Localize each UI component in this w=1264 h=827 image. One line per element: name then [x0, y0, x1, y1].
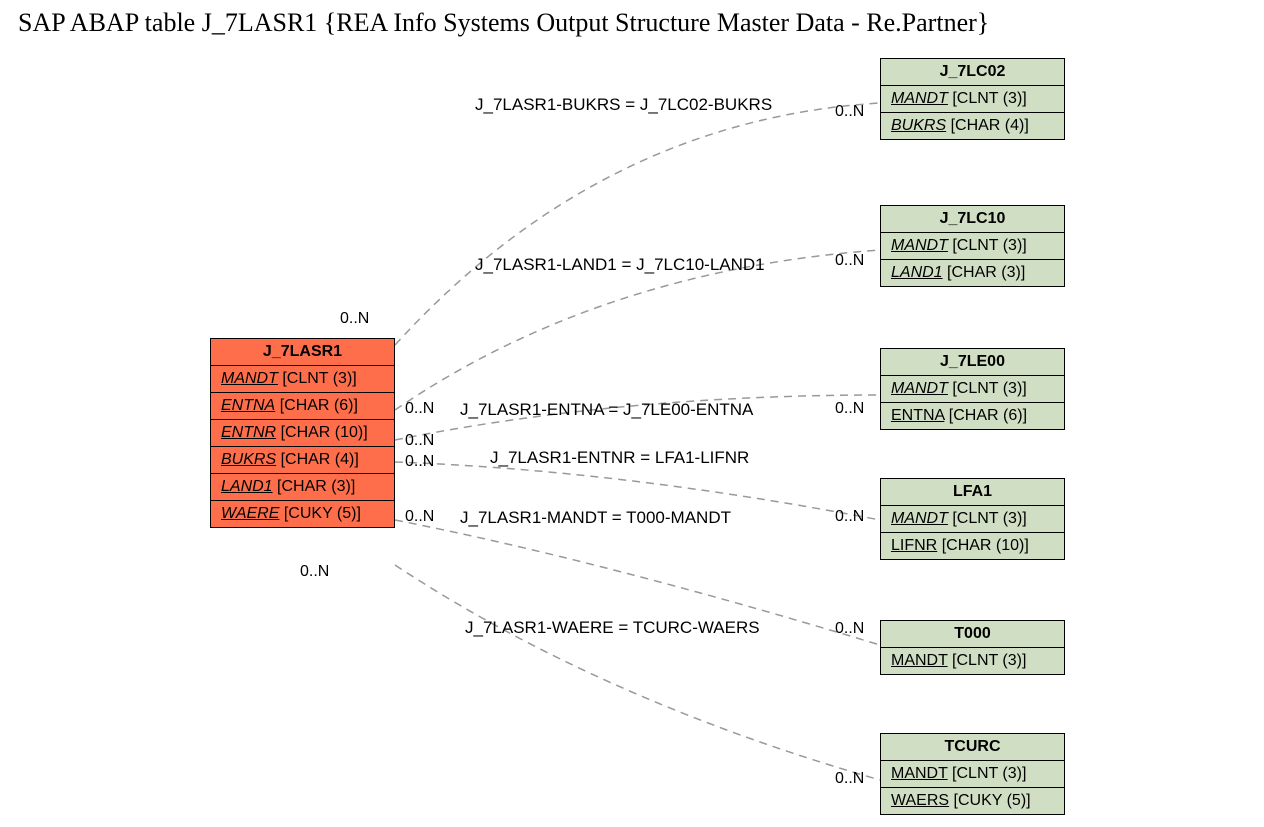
entity-field: WAERS [CUKY (5)]: [881, 788, 1064, 814]
edge-label: J_7LASR1-LAND1 = J_7LC10-LAND1: [475, 255, 765, 275]
entity-field: BUKRS [CHAR (4)]: [881, 113, 1064, 139]
entity-main-field: ENTNA [CHAR (6)]: [211, 393, 394, 420]
edge-label: J_7LASR1-BUKRS = J_7LC02-BUKRS: [475, 95, 772, 115]
entity-name: J_7LC02: [881, 59, 1064, 86]
cardinality: 0..N: [835, 770, 864, 788]
entity-field: ENTNA [CHAR (6)]: [881, 403, 1064, 429]
cardinality: 0..N: [405, 432, 434, 450]
entity-field: MANDT [CLNT (3)]: [881, 376, 1064, 403]
entity-field: MANDT [CLNT (3)]: [881, 648, 1064, 674]
entity-main-name: J_7LASR1: [211, 339, 394, 366]
edge-label: J_7LASR1-MANDT = T000-MANDT: [460, 508, 731, 528]
entity-main-field: LAND1 [CHAR (3)]: [211, 474, 394, 501]
cardinality: 0..N: [405, 400, 434, 418]
entity-t000: T000 MANDT [CLNT (3)]: [880, 620, 1065, 675]
entity-field: LIFNR [CHAR (10)]: [881, 533, 1064, 559]
cardinality: 0..N: [835, 103, 864, 121]
entity-tcurc: TCURC MANDT [CLNT (3)] WAERS [CUKY (5)]: [880, 733, 1065, 815]
cardinality: 0..N: [835, 620, 864, 638]
entity-j7le00: J_7LE00 MANDT [CLNT (3)] ENTNA [CHAR (6)…: [880, 348, 1065, 430]
entity-field: MANDT [CLNT (3)]: [881, 233, 1064, 260]
entity-name: T000: [881, 621, 1064, 648]
cardinality: 0..N: [300, 563, 329, 581]
diagram-canvas: J_7LASR1 MANDT [CLNT (3)] ENTNA [CHAR (6…: [0, 0, 1264, 827]
cardinality: 0..N: [835, 252, 864, 270]
entity-main-field: MANDT [CLNT (3)]: [211, 366, 394, 393]
entity-main: J_7LASR1 MANDT [CLNT (3)] ENTNA [CHAR (6…: [210, 338, 395, 528]
entity-name: J_7LE00: [881, 349, 1064, 376]
edge-label: J_7LASR1-ENTNR = LFA1-LIFNR: [490, 448, 749, 468]
entity-j7lc10: J_7LC10 MANDT [CLNT (3)] LAND1 [CHAR (3)…: [880, 205, 1065, 287]
entity-lfa1: LFA1 MANDT [CLNT (3)] LIFNR [CHAR (10)]: [880, 478, 1065, 560]
entity-name: J_7LC10: [881, 206, 1064, 233]
edge-label: J_7LASR1-WAERE = TCURC-WAERS: [465, 618, 760, 638]
entity-j7lc02: J_7LC02 MANDT [CLNT (3)] BUKRS [CHAR (4)…: [880, 58, 1065, 140]
entity-name: LFA1: [881, 479, 1064, 506]
entity-field: LAND1 [CHAR (3)]: [881, 260, 1064, 286]
edge-label: J_7LASR1-ENTNA = J_7LE00-ENTNA: [460, 400, 753, 420]
entity-main-field: BUKRS [CHAR (4)]: [211, 447, 394, 474]
cardinality: 0..N: [835, 508, 864, 526]
cardinality: 0..N: [835, 400, 864, 418]
entity-main-field: ENTNR [CHAR (10)]: [211, 420, 394, 447]
cardinality: 0..N: [340, 310, 369, 328]
entity-field: MANDT [CLNT (3)]: [881, 761, 1064, 788]
entity-field: MANDT [CLNT (3)]: [881, 506, 1064, 533]
entity-main-field: WAERE [CUKY (5)]: [211, 501, 394, 527]
cardinality: 0..N: [405, 508, 434, 526]
entity-name: TCURC: [881, 734, 1064, 761]
cardinality: 0..N: [405, 453, 434, 471]
entity-field: MANDT [CLNT (3)]: [881, 86, 1064, 113]
